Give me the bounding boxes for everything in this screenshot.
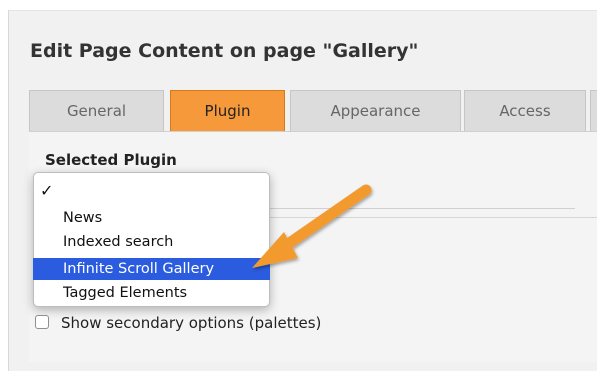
option-tagged-elements[interactable]: Tagged Elements [34,282,269,304]
secondary-options-checkbox[interactable] [35,315,49,329]
option-news[interactable]: News [34,207,269,229]
selected-plugin-label: Selected Plugin [45,151,177,169]
checkmark-icon: ✓ [40,181,54,200]
tab-appearance[interactable]: Appearance [290,90,461,131]
page-title: Edit Page Content on page "Gallery" [30,40,419,62]
tab-access[interactable]: Access [464,90,586,131]
option-indexed-search[interactable]: Indexed search [34,231,269,253]
option-infinite-scroll-gallery[interactable]: Infinite Scroll Gallery [33,258,270,280]
tab-more[interactable] [590,90,597,131]
secondary-options-label[interactable]: Show secondary options (palettes) [61,312,321,334]
plugin-dropdown-menu[interactable]: ✓ News Indexed search Infinite Scroll Ga… [33,172,270,307]
divider [270,217,597,218]
tab-plugin[interactable]: Plugin [170,90,285,131]
tab-general[interactable]: General [29,90,164,131]
plugin-select[interactable] [245,178,575,209]
